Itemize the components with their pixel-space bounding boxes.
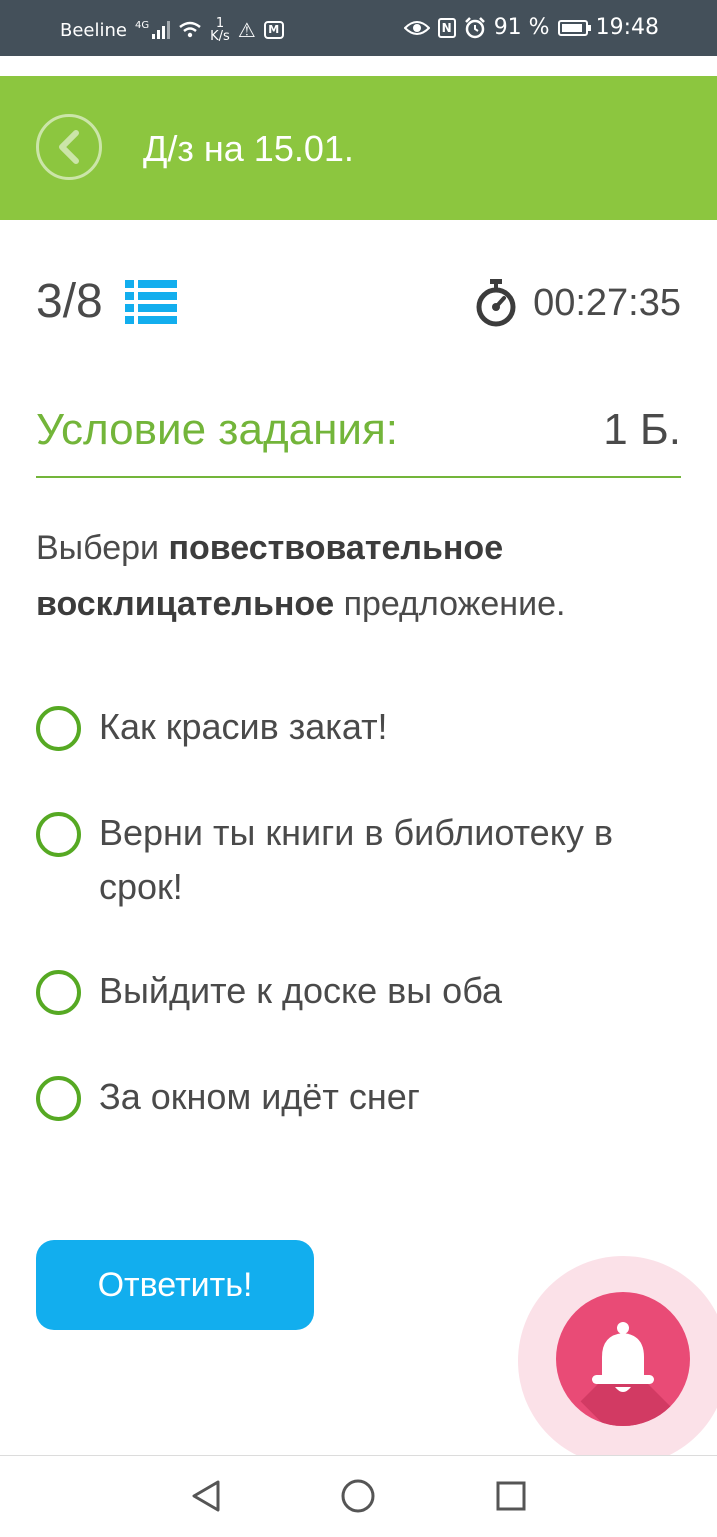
status-bar: Beeline 4G 1 K/s ⚠ M N 91 % 19:48 [0,0,717,56]
list-icon[interactable] [124,278,177,326]
timer-value: 00:27:35 [533,281,681,324]
submit-answer-button[interactable]: Ответить! [36,1240,314,1330]
divider [36,476,681,478]
bell-icon [592,1322,654,1392]
stopwatch-icon [476,279,516,327]
battery-percent: 91 % [493,15,550,40]
answer-option[interactable]: Выйдите к доске вы оба [36,964,619,1018]
question-progress: 3/8 [36,274,177,329]
answer-option-label: Выйдите к доске вы оба [99,970,503,1011]
eye-icon [403,20,430,35]
radio-button[interactable] [36,970,81,1015]
condition-title: Условие задания: [36,405,399,454]
status-bar-left: Beeline 4G 1 K/s ⚠ M [60,17,284,43]
answer-option[interactable]: За окном идёт снег [36,1070,619,1124]
net-speed: 1 K/s [210,17,230,43]
wifi-icon [179,21,201,38]
answer-option-label: За окном идёт снег [99,1076,420,1117]
back-button[interactable] [36,114,102,180]
nav-recents-button[interactable] [493,1478,529,1514]
status-bar-right: N 91 % 19:48 [403,15,659,40]
answer-option-label: Верни ты книги в библиотеку в срок! [99,812,613,907]
triangle-back-icon [192,1480,220,1512]
answer-option[interactable]: Как красив закат! [36,700,619,754]
app-notification-icon: M [263,21,284,39]
progress-total: 8 [76,275,103,328]
answer-option[interactable]: Верни ты книги в библиотеку в срок! [36,806,619,914]
question-suffix: предложение. [334,585,566,623]
net-speed-unit: K/s [210,29,230,44]
clock: 19:48 [595,15,659,40]
network-type: 4G [134,20,150,31]
question-prefix: Выбери [36,529,169,567]
system-navigation-bar [0,1455,717,1537]
alarm-icon [464,16,485,38]
progress-separator: / [62,275,77,328]
circle-home-icon [341,1479,375,1513]
condition-points: 1 Б. [603,405,681,454]
radio-button[interactable] [36,706,81,751]
chevron-left-icon [59,130,79,164]
carrier-name: Beeline [60,19,127,41]
timer: 00:27:35 [475,278,681,328]
square-recents-icon [496,1481,526,1511]
nav-home-button[interactable] [340,1478,376,1514]
battery-icon [557,19,591,36]
question-text: Выбери повествовательное восклицательное… [36,520,676,632]
notification-button[interactable] [556,1292,690,1426]
radio-button[interactable] [36,1076,81,1121]
nav-back-button[interactable] [188,1478,224,1514]
header-gap [0,56,717,76]
page-title: Д/з на 15.01. [143,128,354,169]
nfc-icon: N [437,17,456,38]
warning-icon: ⚠ [237,18,256,42]
radio-button[interactable] [36,812,81,857]
progress-current: 3 [36,275,63,328]
signal-icon: 4G [134,20,171,39]
answer-option-label: Как красив закат! [99,706,388,747]
app-header: Д/з на 15.01. [0,76,717,220]
